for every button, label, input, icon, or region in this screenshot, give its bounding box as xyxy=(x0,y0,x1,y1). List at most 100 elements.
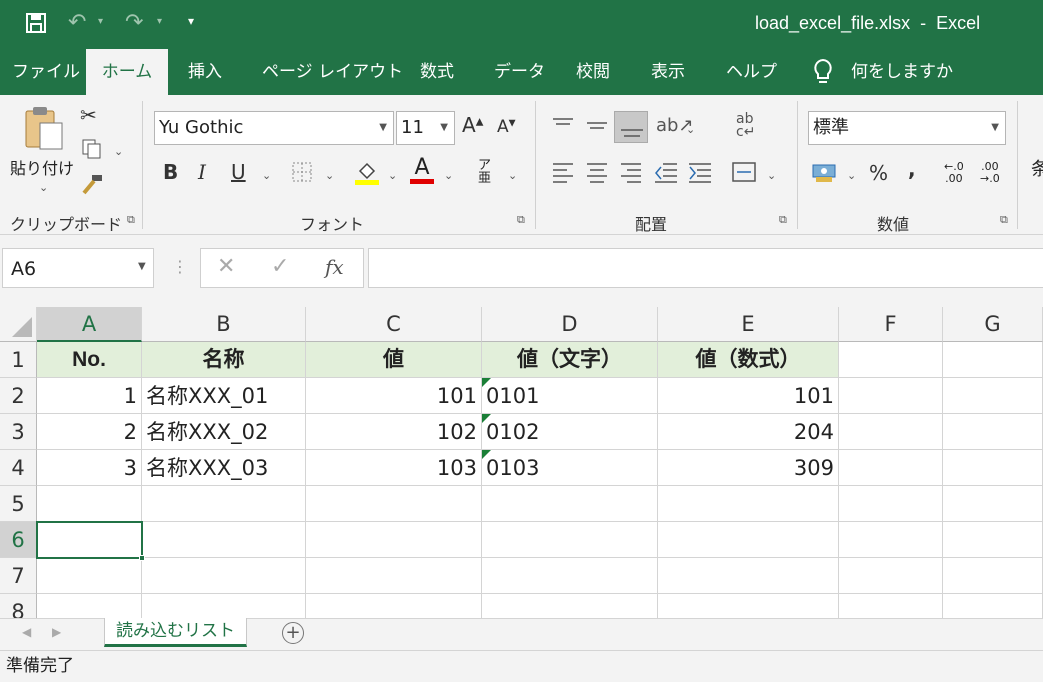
cell-g4[interactable] xyxy=(943,450,1043,486)
cell-g2[interactable] xyxy=(943,378,1043,414)
cell-e8[interactable] xyxy=(658,594,839,618)
column-header-c[interactable]: C xyxy=(306,307,482,342)
percent-style-button[interactable]: % xyxy=(869,161,888,185)
cell-c8[interactable] xyxy=(306,594,482,618)
paste-dropdown-icon[interactable]: ⌄ xyxy=(39,181,48,194)
cell-c7[interactable] xyxy=(306,558,482,594)
cell-d8[interactable] xyxy=(482,594,658,618)
cell-b5[interactable] xyxy=(142,486,306,522)
cell-c3[interactable]: 102 xyxy=(306,414,482,450)
cell-f8[interactable] xyxy=(839,594,943,618)
name-box[interactable]: A6 ▼ xyxy=(2,248,154,288)
cell-b4[interactable]: 名称XXX_03 xyxy=(142,450,306,486)
tell-me-search[interactable]: 何をしますか xyxy=(851,49,953,95)
bold-button[interactable]: B xyxy=(163,160,178,184)
cell-d6[interactable] xyxy=(482,522,658,558)
underline-button[interactable]: U xyxy=(231,160,246,184)
fill-color-icon[interactable] xyxy=(354,159,380,189)
accounting-dropdown-icon[interactable]: ⌄ xyxy=(847,169,856,182)
cell-b6[interactable] xyxy=(142,522,306,558)
save-icon[interactable] xyxy=(25,12,47,38)
comma-style-button[interactable]: , xyxy=(908,157,916,181)
cell-d4[interactable]: 0103 xyxy=(482,450,658,486)
decrease-font-size-icon[interactable]: A▼ xyxy=(497,117,516,137)
column-header-d[interactable]: D xyxy=(482,307,658,342)
phonetic-guide-icon[interactable]: ア亜 xyxy=(478,159,491,185)
align-center-icon[interactable] xyxy=(586,161,608,187)
decrease-decimal-icon[interactable]: .00 →.0 xyxy=(980,161,1000,185)
cell-b8[interactable] xyxy=(142,594,306,618)
cell-c1[interactable]: 値 xyxy=(306,342,482,378)
accounting-format-icon[interactable] xyxy=(812,161,838,187)
cell-g7[interactable] xyxy=(943,558,1043,594)
tab-help[interactable]: ヘルプ xyxy=(726,49,777,95)
cell-g1[interactable] xyxy=(943,342,1043,378)
merge-center-icon[interactable] xyxy=(732,161,756,187)
row-header-8[interactable]: 8 xyxy=(0,594,37,618)
fill-handle[interactable] xyxy=(139,555,145,561)
cell-e4[interactable]: 309 xyxy=(658,450,839,486)
number-format-combo[interactable]: 標準 ▼ xyxy=(808,111,1006,145)
number-launcher-icon[interactable]: ⧉ xyxy=(1000,213,1008,227)
cell-a2[interactable]: 1 xyxy=(37,378,142,414)
cell-f5[interactable] xyxy=(839,486,943,522)
lightbulb-icon[interactable] xyxy=(812,57,834,91)
cell-f3[interactable] xyxy=(839,414,943,450)
fill-color-dropdown-icon[interactable]: ⌄ xyxy=(388,169,397,182)
cell-d1[interactable]: 値（文字） xyxy=(482,342,658,378)
cell-g3[interactable] xyxy=(943,414,1043,450)
cell-f7[interactable] xyxy=(839,558,943,594)
tab-home[interactable]: ホーム xyxy=(86,49,168,95)
align-top-icon[interactable] xyxy=(552,117,574,137)
align-right-icon[interactable] xyxy=(620,161,642,187)
undo-dropdown-icon[interactable]: ▾ xyxy=(98,16,103,27)
cell-a7[interactable] xyxy=(37,558,142,594)
customize-qat-icon[interactable]: ▾ xyxy=(188,14,194,28)
column-header-g[interactable]: G xyxy=(943,307,1043,342)
cell-e6[interactable] xyxy=(658,522,839,558)
cell-e2[interactable]: 101 xyxy=(658,378,839,414)
cell-g8[interactable] xyxy=(943,594,1043,618)
row-header-2[interactable]: 2 xyxy=(0,378,37,414)
sheet-tab-active[interactable]: 読み込むリスト xyxy=(104,618,247,647)
cell-a3[interactable]: 2 xyxy=(37,414,142,450)
cell-b2[interactable]: 名称XXX_01 xyxy=(142,378,306,414)
cell-c5[interactable] xyxy=(306,486,482,522)
cell-e1[interactable]: 値（数式） xyxy=(658,342,839,378)
italic-button[interactable]: I xyxy=(198,160,206,184)
align-middle-icon[interactable] xyxy=(586,119,608,139)
cell-f6[interactable] xyxy=(839,522,943,558)
row-header-1[interactable]: 1 xyxy=(0,342,37,378)
cell-b1[interactable]: 名称 xyxy=(142,342,306,378)
row-header-3[interactable]: 3 xyxy=(0,414,37,450)
column-header-f[interactable]: F xyxy=(839,307,943,342)
conditional-format-partial[interactable]: 条 xyxy=(1031,155,1043,181)
new-sheet-icon[interactable]: + xyxy=(282,622,304,644)
undo-icon[interactable]: ↶ xyxy=(68,10,86,35)
redo-dropdown-icon[interactable]: ▾ xyxy=(157,16,162,27)
font-size-combo[interactable]: 11 ▼ xyxy=(396,111,455,145)
tab-page-layout[interactable]: ページ レイアウト xyxy=(262,49,403,95)
copy-dropdown-icon[interactable]: ⌄ xyxy=(114,145,123,158)
cell-c4[interactable]: 103 xyxy=(306,450,482,486)
cell-g5[interactable] xyxy=(943,486,1043,522)
row-header-7[interactable]: 7 xyxy=(0,558,37,594)
cell-e3[interactable]: 204 xyxy=(658,414,839,450)
font-color-dropdown-icon[interactable]: ⌄ xyxy=(444,169,453,182)
formula-input[interactable] xyxy=(368,248,1043,288)
cell-d2[interactable]: 0101 xyxy=(482,378,658,414)
increase-font-size-icon[interactable]: A▲ xyxy=(462,113,483,137)
font-color-icon[interactable]: A xyxy=(410,157,434,184)
increase-decimal-icon[interactable]: ←.0 .00 xyxy=(944,161,964,185)
paste-button-label[interactable]: 貼り付け xyxy=(10,155,74,179)
cell-b3[interactable]: 名称XXX_02 xyxy=(142,414,306,450)
font-launcher-icon[interactable]: ⧉ xyxy=(517,213,525,227)
scroll-right-icon[interactable]: ▶ xyxy=(52,625,61,639)
cell-e5[interactable] xyxy=(658,486,839,522)
row-header-5[interactable]: 5 xyxy=(0,486,37,522)
cell-f4[interactable] xyxy=(839,450,943,486)
cell-d5[interactable] xyxy=(482,486,658,522)
tab-data[interactable]: データ xyxy=(494,49,545,95)
increase-indent-icon[interactable] xyxy=(688,161,712,187)
tab-file[interactable]: ファイル xyxy=(12,49,80,95)
